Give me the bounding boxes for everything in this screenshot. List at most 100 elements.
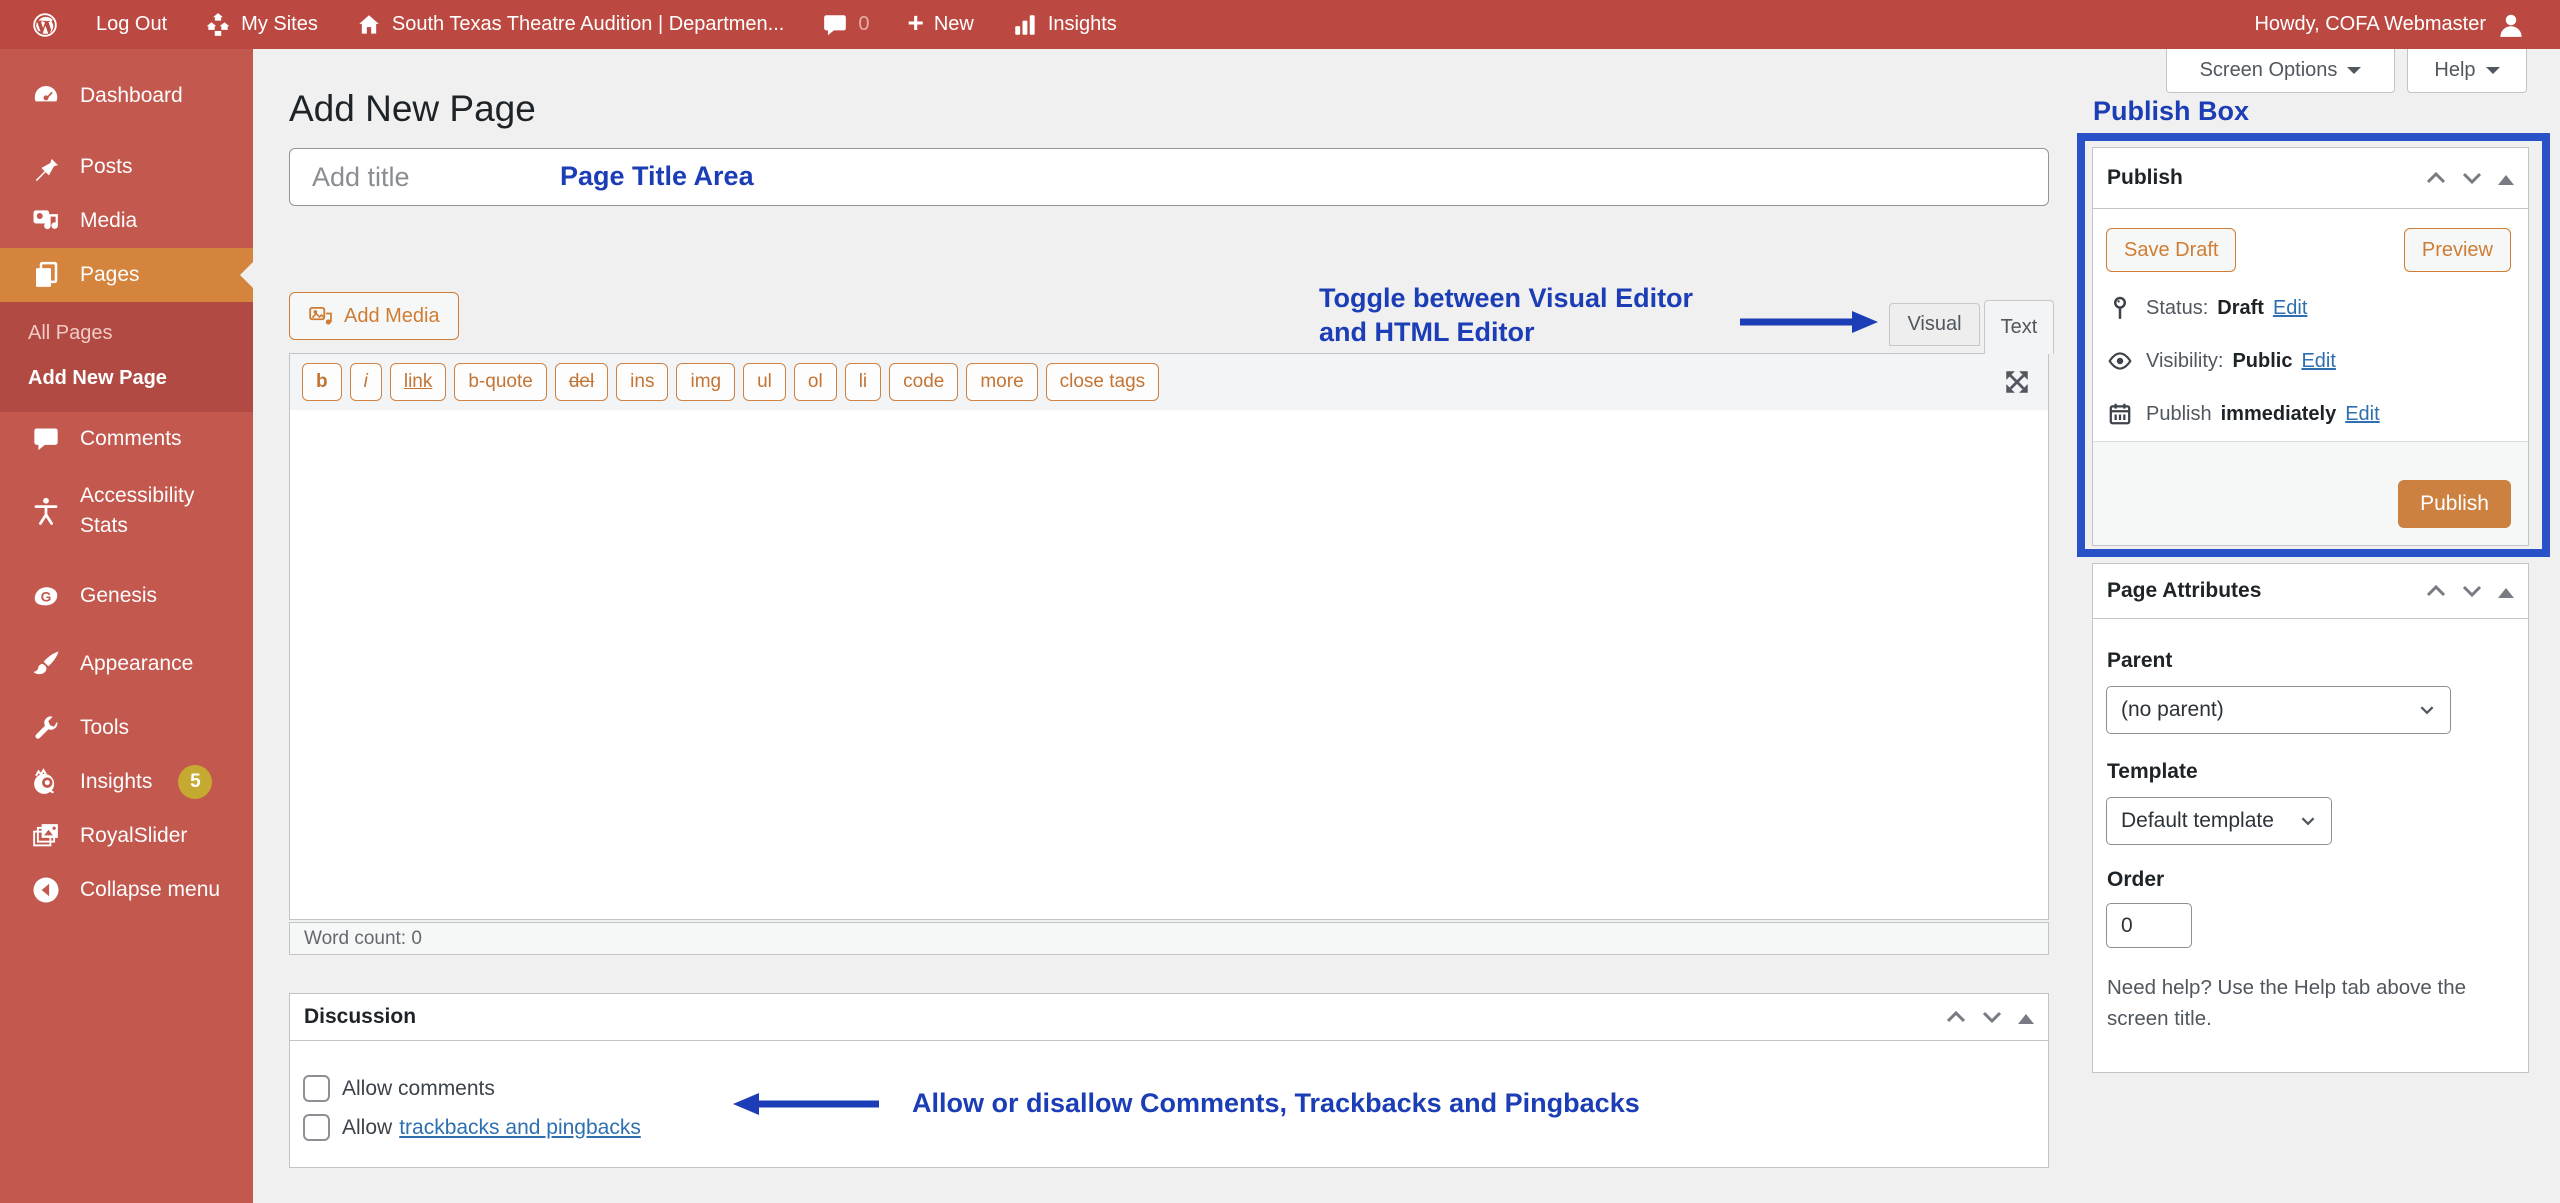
sidebar-item-comments[interactable]: Comments — [0, 412, 253, 466]
sidebar-item-accessibility-stats[interactable]: Accessibility Stats — [0, 466, 253, 556]
annotation-publish-box: Publish Box — [2093, 96, 2249, 127]
add-media-label: Add Media — [344, 305, 440, 328]
eye-icon — [2107, 348, 2133, 374]
move-up-icon[interactable] — [2426, 171, 2446, 185]
wrench-icon — [28, 710, 64, 746]
sidebar-item-appearance[interactable]: Appearance — [0, 637, 253, 691]
genesis-icon: G — [28, 578, 64, 614]
save-draft-label: Save Draft — [2124, 239, 2218, 262]
schedule-label: Publish — [2146, 403, 2212, 426]
sidebar-item-pages[interactable]: Pages — [0, 248, 253, 302]
sidebar-item-royalslider[interactable]: RoyalSlider — [0, 809, 253, 863]
admin-bar-account[interactable]: Howdy, COFA Webmaster — [2242, 0, 2538, 49]
schedule-row: Publish immediately Edit — [2107, 401, 2380, 427]
move-down-icon[interactable] — [2462, 584, 2482, 598]
admin-bar-my-sites[interactable]: My Sites — [193, 0, 330, 49]
fullscreen-icon[interactable] — [2002, 367, 2032, 397]
pages-icon — [28, 257, 64, 293]
wordpress-add-new-page-screen: { "admin_bar": { "logout": "Log Out", "m… — [0, 0, 2560, 1203]
admin-bar-comments[interactable]: 0 — [810, 0, 881, 49]
edit-visibility-link[interactable]: Edit — [2301, 350, 2335, 373]
sidebar-item-genesis[interactable]: G Genesis — [0, 569, 253, 623]
comments-count: 0 — [858, 13, 869, 36]
sidebar-item-posts[interactable]: Posts — [0, 140, 253, 194]
quicktag-blockquote-button[interactable]: b-quote — [454, 363, 546, 401]
page-title-input[interactable] — [290, 149, 2048, 205]
trackbacks-pingbacks-link[interactable]: trackbacks and pingbacks — [399, 1116, 641, 1140]
sidebar-item-add-new-page[interactable]: Add New Page — [0, 359, 253, 398]
toggle-panel-icon[interactable] — [2018, 1006, 2034, 1024]
order-label: Order — [2107, 868, 2164, 892]
move-up-icon[interactable] — [1946, 1010, 1966, 1024]
tab-visual[interactable]: Visual — [1889, 303, 1980, 346]
move-up-icon[interactable] — [2426, 584, 2446, 598]
order-input[interactable] — [2106, 903, 2192, 948]
toggle-panel-icon[interactable] — [2498, 580, 2514, 598]
sidebar-item-insights[interactable]: Insights 5 — [0, 755, 253, 809]
admin-bar-left: Log Out My Sites South Texas Theatre Aud… — [0, 0, 1129, 49]
admin-bar-logout[interactable]: Log Out — [84, 0, 179, 49]
help-button[interactable]: Help — [2407, 49, 2527, 93]
quicktag-close-tags-button[interactable]: close tags — [1046, 363, 1160, 401]
quicktag-del-button[interactable]: del — [555, 363, 608, 401]
quicktags-toolbar: b i link b-quote del ins img ul ol li co… — [290, 354, 2048, 410]
move-down-icon[interactable] — [2462, 171, 2482, 185]
preview-label: Preview — [2422, 239, 2493, 262]
annotation-page-title-area: Page Title Area — [560, 161, 754, 192]
discussion-panel-controls — [1946, 1006, 2034, 1028]
quicktag-ol-button[interactable]: ol — [794, 363, 837, 401]
add-media-icon — [308, 303, 334, 329]
quicktag-img-button[interactable]: img — [676, 363, 735, 401]
status-label: Status: — [2146, 297, 2208, 320]
quicktag-link-button[interactable]: link — [390, 363, 447, 401]
quicktag-more-button[interactable]: more — [966, 363, 1037, 401]
sidebar-item-tools[interactable]: Tools — [0, 701, 253, 755]
edit-status-link[interactable]: Edit — [2273, 297, 2307, 320]
allow-comments-checkbox[interactable] — [303, 1075, 330, 1102]
quicktag-li-button[interactable]: li — [845, 363, 881, 401]
sidebar-label-accessibility-stats: Accessibility Stats — [80, 481, 230, 541]
discussion-title: Discussion — [304, 1005, 1946, 1029]
quicktag-ul-button[interactable]: ul — [743, 363, 786, 401]
sidebar-item-collapse-menu[interactable]: Collapse menu — [0, 863, 253, 917]
publish-button[interactable]: Publish — [2398, 480, 2511, 528]
screen-options-button[interactable]: Screen Options — [2166, 49, 2395, 93]
admin-bar-site-name[interactable]: South Texas Theatre Audition | Departmen… — [344, 0, 796, 49]
admin-bar-right: Howdy, COFA Webmaster — [2242, 0, 2560, 49]
quicktag-code-button[interactable]: code — [889, 363, 958, 401]
sidebar-item-all-pages[interactable]: All Pages — [0, 314, 253, 353]
new-label: New — [934, 13, 974, 36]
add-media-button[interactable]: Add Media — [289, 292, 459, 340]
toggle-panel-icon[interactable] — [2498, 167, 2514, 185]
comments-icon — [28, 421, 64, 457]
my-sites-label: My Sites — [241, 13, 318, 36]
discussion-panel: Discussion Allow comments Allow trackbac… — [289, 993, 2049, 1168]
sidebar-item-dashboard[interactable]: Dashboard — [0, 69, 253, 123]
quicktag-bold-button[interactable]: b — [302, 363, 342, 401]
save-draft-button[interactable]: Save Draft — [2106, 228, 2236, 272]
sidebar-item-media[interactable]: Media — [0, 194, 253, 248]
allow-trackbacks-prefix: Allow — [342, 1116, 392, 1140]
annotation-discussion: Allow or disallow Comments, Trackbacks a… — [912, 1088, 1640, 1119]
discussion-panel-header[interactable]: Discussion — [290, 994, 2048, 1041]
publish-title: Publish — [2107, 166, 2426, 190]
admin-menu: Dashboard Posts Media Pages All Pages — [0, 49, 253, 1203]
preview-button[interactable]: Preview — [2404, 228, 2511, 272]
insights-count-badge: 5 — [178, 765, 212, 799]
tab-text[interactable]: Text — [1984, 300, 2054, 354]
quicktag-ins-button[interactable]: ins — [616, 363, 668, 401]
editor-textarea[interactable] — [290, 410, 2048, 919]
annotation-toggle-editors: Toggle between Visual Editor and HTML Ed… — [1319, 281, 1693, 349]
page-attributes-header[interactable]: Page Attributes — [2093, 564, 2528, 619]
admin-bar-new[interactable]: + New — [895, 0, 985, 49]
allow-trackbacks-checkbox[interactable] — [303, 1114, 330, 1141]
right-arrow-annotation — [1738, 308, 1880, 336]
move-down-icon[interactable] — [1982, 1010, 2002, 1024]
template-select[interactable]: Default template — [2106, 797, 2332, 845]
wordpress-logo-menu[interactable] — [20, 0, 70, 49]
parent-select[interactable]: (no parent) — [2106, 686, 2451, 734]
quicktag-italic-button[interactable]: i — [350, 363, 382, 401]
edit-schedule-link[interactable]: Edit — [2345, 403, 2379, 426]
admin-bar-insights[interactable]: Insights — [1000, 0, 1129, 49]
publish-panel-header[interactable]: Publish — [2093, 148, 2528, 209]
